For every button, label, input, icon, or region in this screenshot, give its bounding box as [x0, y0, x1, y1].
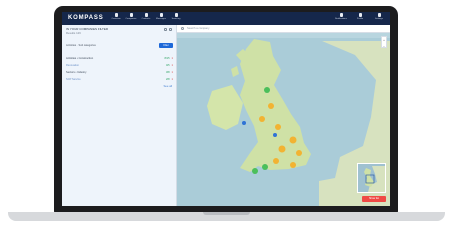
- app-logo[interactable]: KOMPASS: [68, 14, 104, 23]
- close-icon[interactable]: [169, 28, 172, 31]
- top-navigation-bar: KOMPASS Overview Companies Contacts Mess…: [62, 12, 390, 25]
- filter-button[interactable]: Filter: [159, 43, 173, 48]
- filter-row[interactable]: SCP Service 2/8 1: [66, 77, 173, 82]
- filter-row-label: SCP Service: [66, 78, 81, 81]
- row-extra: 1: [171, 78, 173, 81]
- filter-row-label: Renovation: [66, 64, 80, 67]
- notifications-button[interactable]: Notifications: [334, 13, 348, 21]
- minimap-svg: [364, 166, 385, 192]
- map-marker-orange[interactable]: [275, 124, 281, 130]
- search-icon: [181, 27, 184, 30]
- map-marker-green[interactable]: [264, 87, 270, 93]
- nav-sourcing[interactable]: Sourcing: [170, 13, 182, 21]
- map-marker-orange[interactable]: [290, 162, 296, 168]
- map-pin-blue[interactable]: [273, 133, 277, 137]
- laptop-frame: KOMPASS Overview Companies Contacts Mess…: [0, 0, 453, 240]
- main-navigation: Overview Companies Contacts Messages Sou…: [110, 13, 182, 21]
- results-count: Results 126: [66, 31, 81, 35]
- filters-sidebar: IN YOUR COMPANIES FILTER Results 126 Act…: [62, 25, 177, 206]
- filter-row-meta: 8/15 1: [164, 57, 173, 60]
- filter-row-meta: 3/8 1: [166, 71, 173, 74]
- nav-overview[interactable]: Overview: [110, 13, 122, 21]
- map-searchbar: Search a company: [177, 25, 390, 33]
- nav-companies[interactable]: Companies: [125, 13, 137, 21]
- map-marker-orange[interactable]: [296, 150, 302, 156]
- settings-button[interactable]: Settings: [372, 13, 386, 21]
- row-extra: 1: [171, 57, 173, 60]
- edit-icon[interactable]: [164, 28, 167, 31]
- nav-contacts[interactable]: Contacts: [140, 13, 152, 21]
- zoom-controls: + −: [381, 36, 387, 48]
- account-navigation: Notifications Profile Settings: [334, 13, 386, 21]
- profile-button[interactable]: Profile: [353, 13, 367, 21]
- show-list-button[interactable]: Show list: [362, 196, 386, 202]
- map-marker-orange[interactable]: [259, 116, 265, 122]
- map-marker-orange[interactable]: [268, 103, 274, 109]
- filter-label: Activities · Sub categories: [66, 44, 96, 47]
- map-marker-orange[interactable]: [273, 158, 279, 164]
- nav-messages[interactable]: Messages: [155, 13, 167, 21]
- row-value: 4/5: [165, 64, 170, 67]
- filter-row-meta: 2/8 1: [166, 78, 173, 81]
- zoom-out-button[interactable]: −: [382, 43, 386, 49]
- map-marker-orange[interactable]: [278, 145, 286, 153]
- filter-toolbar: Activities · Sub categories Filter: [66, 43, 173, 48]
- map-marker-orange[interactable]: [289, 136, 297, 144]
- minimap[interactable]: [357, 163, 386, 193]
- map-pin-blue[interactable]: [242, 121, 246, 125]
- map-view[interactable]: Search a company + − Show list: [177, 25, 390, 206]
- row-extra: 1: [171, 71, 173, 74]
- row-value: 2/8: [165, 78, 170, 81]
- see-all-link[interactable]: See all: [163, 84, 172, 88]
- filter-row-label: Activities • Construction: [66, 57, 94, 60]
- map-marker-green[interactable]: [252, 168, 258, 174]
- app-window: KOMPASS Overview Companies Contacts Mess…: [62, 12, 390, 206]
- map-search-input[interactable]: Search a company: [187, 27, 209, 30]
- row-value: 8/15: [164, 57, 170, 60]
- row-value: 3/8: [165, 71, 170, 74]
- filter-row-meta: 4/5 1: [166, 64, 173, 67]
- filter-row[interactable]: Renovation 4/5 1: [66, 63, 173, 68]
- map-marker-green[interactable]: [262, 164, 268, 170]
- panel-actions: [164, 28, 172, 31]
- row-extra: 1: [171, 64, 173, 67]
- filter-row[interactable]: Sectors • Industry 3/8 1: [66, 70, 173, 75]
- filter-row-label: Sectors • Industry: [66, 71, 87, 74]
- filter-row[interactable]: Activities • Construction 8/15 1: [66, 56, 173, 61]
- laptop-notch: [203, 212, 250, 215]
